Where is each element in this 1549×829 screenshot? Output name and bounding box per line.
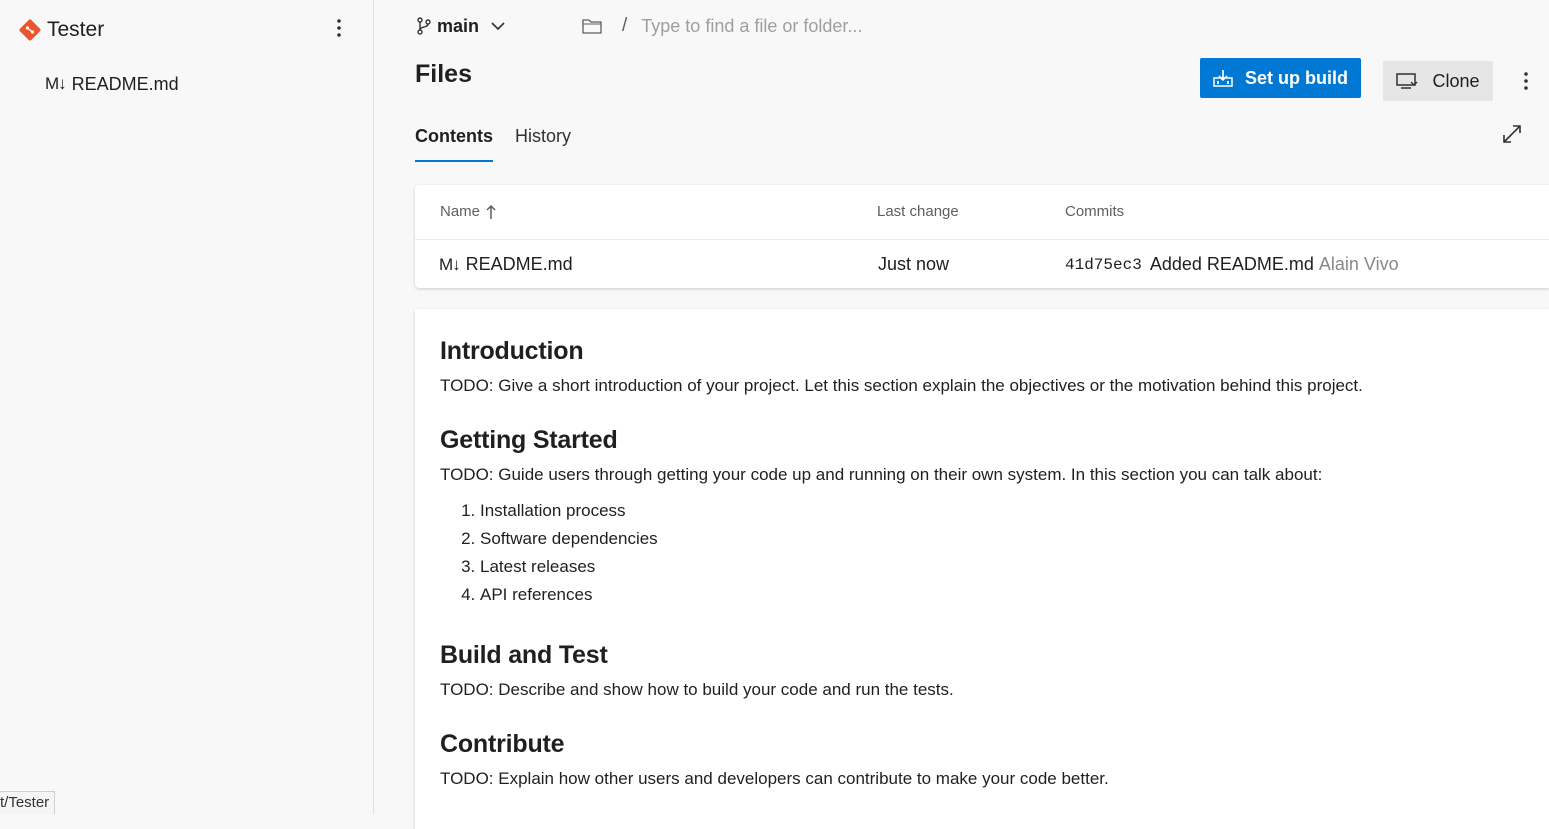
commit-cell: 41d75ec3 Added README.md Alain Vivo: [1065, 254, 1399, 275]
content-tabs: Contents History: [415, 118, 593, 166]
page-title: Files: [415, 60, 472, 88]
readme-heading-getting-started: Getting Started: [440, 426, 618, 454]
tree-item-label: README.md: [71, 73, 179, 94]
git-repo-icon: [18, 18, 42, 42]
clone-button[interactable]: Clone: [1383, 61, 1493, 101]
set-up-build-label: Set up build: [1245, 67, 1348, 88]
list-item: Latest releases: [480, 553, 1524, 581]
branch-selector[interactable]: main: [416, 12, 505, 40]
build-icon: [1213, 70, 1233, 87]
tab-contents[interactable]: Contents: [415, 118, 493, 164]
clone-icon: [1396, 72, 1418, 89]
file-name[interactable]: README.md: [466, 254, 573, 275]
readme-heading-introduction: Introduction: [440, 337, 584, 365]
repo-header[interactable]: Tester: [18, 14, 104, 46]
commit-author: Alain Vivo: [1318, 254, 1399, 274]
list-item: API references: [480, 581, 1524, 609]
branch-name: main: [437, 15, 480, 36]
column-header-commits[interactable]: Commits: [1065, 203, 1124, 220]
readme-paragraph: TODO: Describe and show how to build you…: [440, 680, 954, 699]
more-actions-icon[interactable]: [327, 14, 351, 42]
branch-icon: [417, 17, 431, 35]
column-header-name[interactable]: Name: [440, 203, 496, 220]
repo-name: Tester: [47, 18, 105, 41]
sort-ascending-icon: [486, 204, 496, 219]
readme-list: Installation process Software dependenci…: [440, 497, 1524, 609]
readme-preview: Introduction TODO: Give a short introduc…: [415, 309, 1549, 829]
commit-id[interactable]: 41d75ec3: [1065, 256, 1142, 274]
last-change-cell: Just now: [878, 254, 950, 274]
path-separator: /: [622, 15, 628, 36]
column-header-last-change[interactable]: Last change: [877, 203, 959, 220]
path-search-input[interactable]: [641, 15, 942, 37]
list-item: Installation process: [480, 497, 1524, 525]
table-row[interactable]: M↓ README.md Just now 41d75ec3 Added REA…: [415, 240, 1549, 288]
list-item: Software dependencies: [480, 525, 1524, 553]
expand-icon[interactable]: [1498, 120, 1526, 148]
clone-label: Clone: [1432, 70, 1480, 91]
main-content: main / Files Set up build Clone: [374, 0, 1549, 829]
more-options-icon[interactable]: [1514, 67, 1538, 95]
markdown-icon: M↓: [45, 74, 67, 93]
file-table: Name Last change Commits M↓ README.md Ju…: [415, 185, 1549, 288]
markdown-icon: M↓: [439, 254, 461, 274]
readme-paragraph: TODO: Give a short introduction of your …: [440, 376, 1363, 395]
chevron-down-icon: [491, 21, 505, 30]
readme-heading-build-and-test: Build and Test: [440, 641, 608, 669]
tree-item-readme[interactable]: M↓ README.md: [45, 70, 179, 98]
file-name-cell: M↓ README.md: [439, 254, 573, 275]
readme-paragraph: TODO: Explain how other users and develo…: [440, 769, 1109, 788]
path-bar: /: [582, 12, 942, 40]
readme-heading-contribute: Contribute: [440, 730, 565, 758]
sidebar: Tester M↓ README.md t/Tester: [0, 0, 374, 814]
folder-icon[interactable]: [582, 18, 602, 34]
commit-message: Added README.md: [1149, 254, 1314, 274]
set-up-build-button[interactable]: Set up build: [1200, 58, 1361, 98]
readme-paragraph: TODO: Guide users through getting your c…: [440, 465, 1323, 484]
tab-history[interactable]: History: [515, 118, 571, 164]
status-path: t/Tester: [0, 791, 56, 814]
